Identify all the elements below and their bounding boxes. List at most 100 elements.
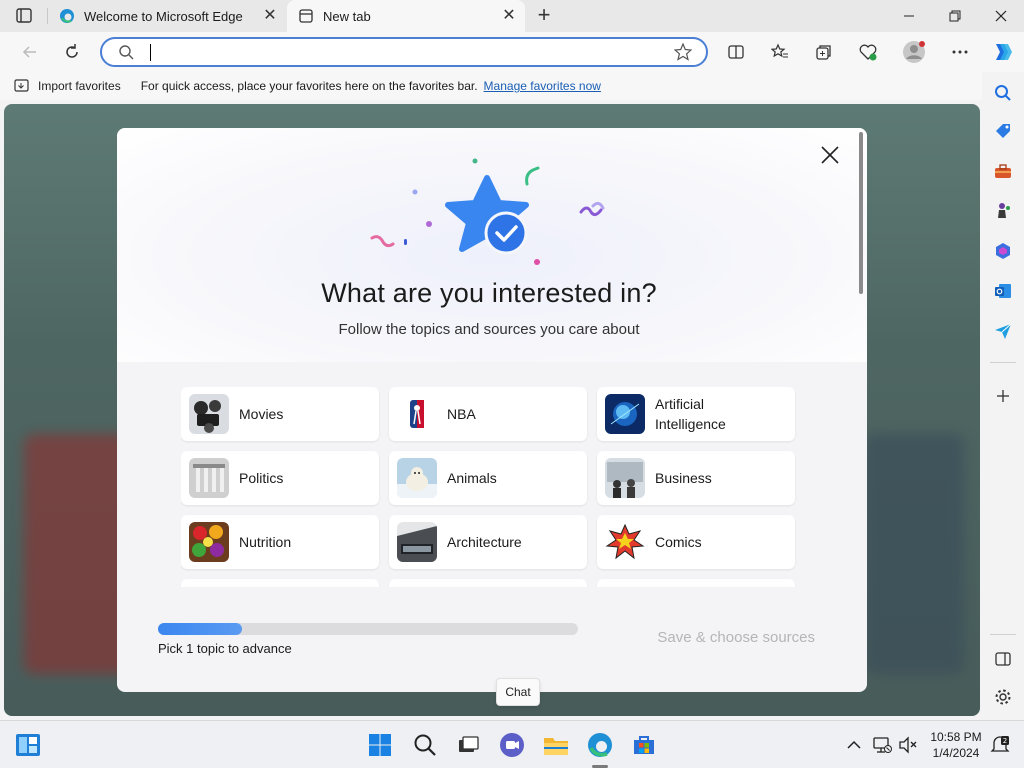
task-view-button[interactable] [454, 731, 482, 759]
topic-card-architecture[interactable]: Architecture [389, 515, 587, 569]
topic-progress-bar [158, 623, 578, 635]
start-button[interactable] [366, 731, 394, 759]
topic-card[interactable] [389, 579, 587, 587]
sidebar-tools-button[interactable] [992, 160, 1014, 182]
gear-icon [995, 689, 1011, 705]
movie-camera-icon [189, 394, 229, 434]
copilot-button[interactable] [988, 38, 1016, 66]
task-view-icon [459, 736, 479, 752]
widgets-button[interactable] [14, 731, 42, 759]
import-favorites-label: Import favorites [38, 79, 121, 93]
sidebar-divider [990, 634, 1016, 635]
sidebar-shopping-button[interactable] [992, 120, 1014, 142]
search-icon [414, 734, 436, 756]
topic-card-business[interactable]: Business [597, 451, 795, 505]
tab-title: New tab [323, 8, 371, 24]
network-status-button[interactable] [870, 731, 894, 759]
topic-card[interactable] [181, 579, 379, 587]
collections-button[interactable] [810, 38, 838, 66]
save-choose-sources-button[interactable]: Save & choose sources [645, 629, 815, 651]
notifications-button[interactable]: 2 [988, 731, 1012, 759]
collections-icon [816, 45, 831, 60]
close-tab-icon[interactable]: ✕ [501, 8, 517, 24]
browser-essentials-button[interactable] [854, 38, 882, 66]
settings-more-button[interactable] [946, 38, 974, 66]
topic-card-nutrition[interactable]: Nutrition [181, 515, 379, 569]
new-tab-button[interactable]: + [532, 4, 556, 28]
split-screen-button[interactable] [722, 38, 750, 66]
import-icon [14, 79, 29, 92]
topic-card[interactable] [597, 579, 795, 587]
sidebar-panel-icon [995, 652, 1011, 666]
close-dialog-button[interactable] [817, 142, 843, 168]
store-button[interactable] [630, 731, 658, 759]
topic-label: Architecture [447, 534, 522, 550]
edge-taskbar-button[interactable] [586, 731, 614, 759]
copilot-icon [996, 44, 1012, 60]
close-tab-icon[interactable]: ✕ [262, 8, 278, 24]
speaker-muted-icon [899, 736, 917, 754]
restore-icon [949, 10, 961, 22]
taskbar-search-button[interactable] [411, 731, 439, 759]
back-button[interactable] [16, 38, 44, 66]
topic-label: Business [655, 470, 712, 486]
microsoft-store-icon [634, 736, 654, 754]
sidebar-outlook-button[interactable] [992, 280, 1014, 302]
favorites-button[interactable] [766, 38, 794, 66]
minimize-icon [904, 15, 914, 17]
sidebar-add-button[interactable] [992, 385, 1014, 407]
tab-actions-button[interactable] [8, 5, 38, 27]
sidebar-hide-button[interactable] [992, 648, 1014, 670]
topic-card-movies[interactable]: Movies [181, 387, 379, 441]
sidebar-drop-button[interactable] [992, 320, 1014, 342]
tab-title: Welcome to Microsoft Edge [84, 8, 243, 24]
close-window-button[interactable] [978, 0, 1024, 32]
sidebar-games-button[interactable] [992, 200, 1014, 222]
widgets-icon [16, 734, 40, 756]
dialog-scrollbar[interactable] [859, 132, 863, 294]
topic-card-politics[interactable]: Politics [181, 451, 379, 505]
address-input[interactable] [146, 43, 666, 61]
topic-card-nba[interactable]: NBA [389, 387, 587, 441]
sidebar-search-button[interactable] [992, 82, 1014, 104]
volume-button[interactable] [896, 731, 920, 759]
ai-brain-icon [605, 394, 645, 434]
back-arrow-icon [22, 46, 36, 58]
manage-favorites-link[interactable]: Manage favorites now [484, 79, 601, 93]
vegetables-icon [189, 522, 229, 562]
avatar-icon [903, 41, 925, 63]
tab-welcome[interactable]: Welcome to Microsoft Edge ✕ [48, 0, 286, 32]
topic-card-animals[interactable]: Animals [389, 451, 587, 505]
topic-label: Politics [239, 470, 284, 486]
toolbar [0, 32, 1024, 72]
topic-label: Comics [655, 534, 702, 550]
tab-strip: Welcome to Microsoft Edge ✕ New tab ✕ + [0, 0, 1024, 32]
toolbox-icon [995, 164, 1011, 178]
import-favorites-button[interactable]: Import favorites [14, 78, 121, 94]
sidebar-microsoft365-button[interactable] [992, 240, 1014, 262]
refresh-button[interactable] [58, 38, 86, 66]
office-meeting-icon [605, 458, 645, 498]
favorites-bar-message: For quick access, place your favorites h… [140, 79, 478, 93]
send-plane-icon [995, 323, 1012, 339]
profile-button[interactable] [900, 38, 928, 66]
restore-button[interactable] [932, 0, 978, 32]
microsoft365-icon [996, 243, 1010, 259]
address-bar[interactable] [100, 37, 708, 67]
file-explorer-button[interactable] [542, 731, 570, 759]
topic-card-comics[interactable]: Comics [597, 515, 795, 569]
teams-chat-icon [500, 733, 524, 757]
dialog-title: What are you interested in? [321, 278, 657, 308]
topic-card-artificial-intelligence[interactable]: Artificial Intelligence [597, 387, 795, 441]
outlook-icon [995, 284, 1011, 298]
chat-tooltip: Chat [496, 678, 540, 706]
polar-bear-icon [397, 458, 437, 498]
favorite-star-icon[interactable] [674, 43, 692, 61]
sidebar-settings-button[interactable] [992, 686, 1014, 708]
chat-button[interactable] [498, 731, 526, 759]
close-icon [821, 146, 839, 164]
show-hidden-icons-button[interactable] [842, 731, 866, 759]
tab-new-tab[interactable]: New tab ✕ [287, 0, 525, 32]
system-clock[interactable]: 10:58 PM 1/4/2024 [926, 729, 986, 761]
minimize-button[interactable] [886, 0, 932, 32]
